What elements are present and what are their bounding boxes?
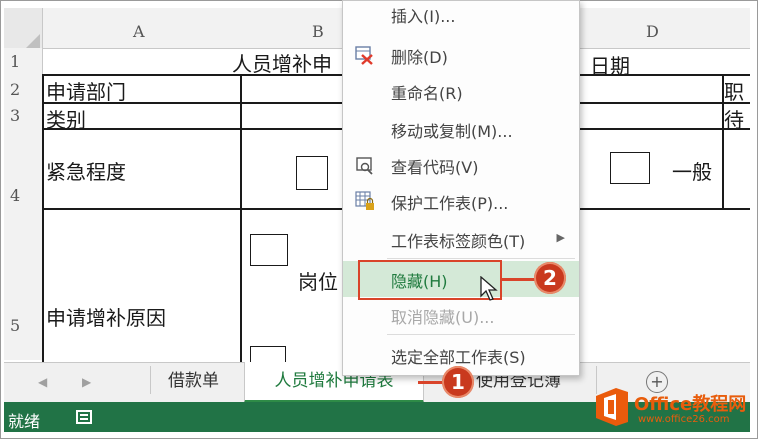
cell-d4[interactable]: 一般 [672, 156, 712, 185]
row-header-4[interactable]: 4 [10, 186, 20, 205]
cell-e2-partial[interactable]: 职 [724, 76, 744, 105]
sheet-tab-loan[interactable]: 借款单 [168, 362, 219, 400]
callout-connector [500, 278, 536, 281]
scroll-left-icon[interactable]: ◀ [38, 375, 47, 389]
protect-sheet-icon [355, 191, 374, 210]
menu-separator [387, 258, 575, 259]
menu-item-delete[interactable]: 删除(D) [343, 37, 579, 73]
mouse-cursor-icon [480, 276, 498, 301]
delete-sheet-icon [355, 46, 373, 65]
office-logo-icon [596, 388, 628, 426]
context-menu: 插入(I)... 删除(D) 重命名(R) 移动或复制(M)... 查看代码(V… [342, 0, 580, 376]
callout-connector [418, 381, 444, 384]
column-header-a[interactable]: A [133, 22, 145, 41]
column-header-b[interactable]: B [312, 22, 324, 41]
view-code-icon [356, 157, 373, 175]
checkbox-position[interactable] [250, 234, 288, 266]
menu-item-protect-sheet[interactable]: 保护工作表(P)... [343, 183, 579, 219]
cell-a3[interactable]: 类别 [46, 104, 86, 133]
cell-e3-partial[interactable]: 待 [724, 104, 744, 133]
submenu-arrow-icon: ▶ [556, 231, 565, 244]
checkbox-urgent[interactable] [296, 156, 328, 190]
checkbox-normal[interactable] [610, 152, 650, 184]
menu-item-view-code[interactable]: 查看代码(V) [343, 147, 579, 183]
row-header-2[interactable]: 2 [10, 80, 20, 99]
cell-b5[interactable]: 岗位 [298, 266, 338, 295]
row-header-5[interactable]: 5 [10, 316, 20, 335]
row-header-3[interactable]: 3 [10, 106, 20, 125]
macro-record-icon[interactable] [76, 410, 92, 424]
menu-item-move-copy[interactable]: 移动或复制(M)... [343, 111, 579, 147]
cell-a4[interactable]: 紧急程度 [46, 156, 126, 185]
callout-badge-1: 1 [442, 366, 474, 398]
cell-d1-date[interactable]: 日期 [590, 50, 630, 79]
status-text: 就绪 [8, 412, 41, 431]
menu-item-tab-color[interactable]: 工作表标签颜色(T) ▶ [343, 221, 579, 257]
select-all-corner[interactable] [4, 8, 43, 48]
menu-item-insert[interactable]: 插入(I)... [343, 1, 579, 37]
column-header-d[interactable]: D [646, 22, 659, 41]
menu-item-rename[interactable]: 重命名(R) [343, 73, 579, 109]
cell-b1-title[interactable]: 人员增补申 [232, 48, 332, 77]
watermark-brand: Office教程网 [634, 394, 747, 415]
watermark-url: www.office26.com [638, 414, 730, 425]
cell-a5[interactable]: 申请增补原因 [46, 302, 166, 331]
callout-badge-2: 2 [534, 262, 566, 294]
watermark: Office教程网 www.office26.com [592, 386, 756, 438]
row-header-1[interactable]: 1 [10, 52, 20, 71]
grid-line [240, 74, 242, 362]
scroll-right-icon[interactable]: ▶ [82, 375, 91, 389]
grid-line [42, 74, 44, 362]
cell-a2[interactable]: 申请部门 [46, 76, 126, 105]
tab-divider [150, 366, 151, 394]
menu-item-unhide: 取消隐藏(U)... [391, 308, 495, 327]
menu-separator [387, 334, 575, 335]
